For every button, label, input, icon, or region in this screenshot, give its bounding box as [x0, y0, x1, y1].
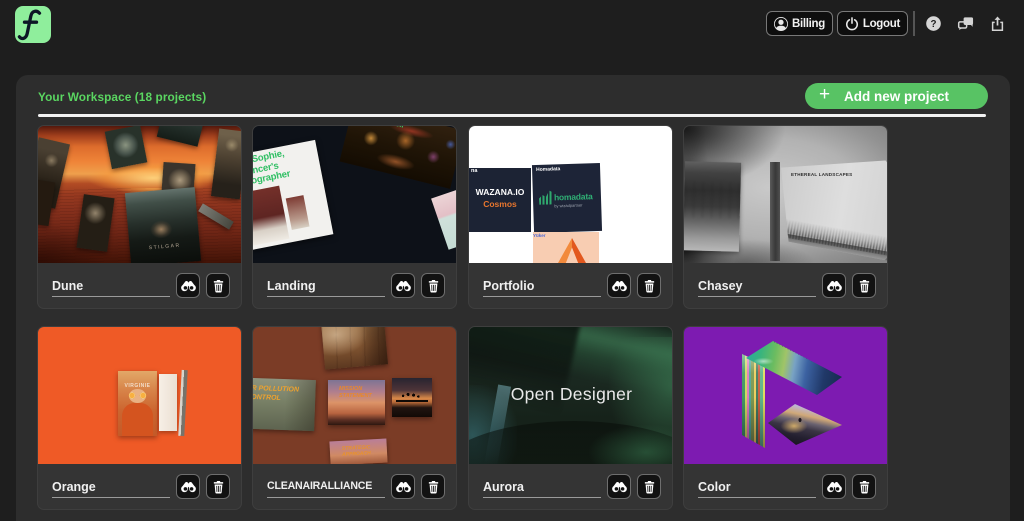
svg-text:?: ? [930, 19, 936, 30]
